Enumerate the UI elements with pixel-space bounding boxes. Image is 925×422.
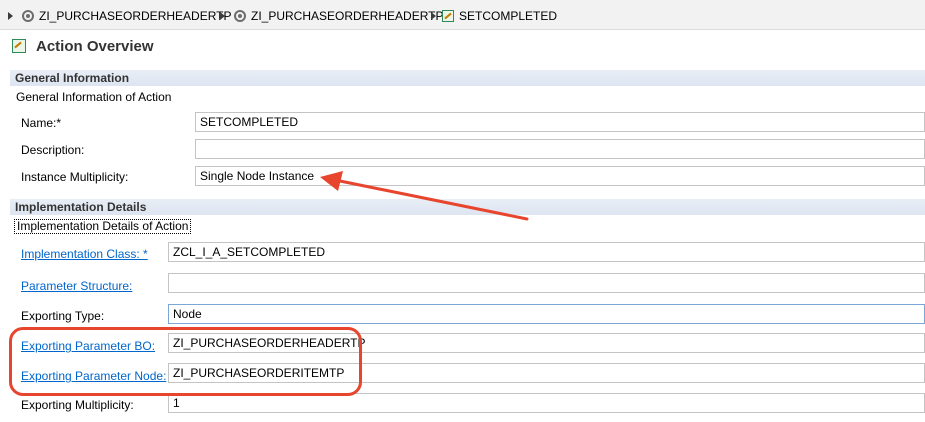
section-title: General Information [15,71,130,85]
chevron-right-icon[interactable] [431,12,436,20]
section-description: Implementation Details of Action [14,219,192,234]
section-title: Implementation Details [15,200,147,214]
exporting-type-field[interactable]: Node [168,304,925,324]
description-label: Description: [21,143,85,157]
description-field[interactable] [195,139,925,159]
chevron-right-icon[interactable] [8,12,13,20]
business-object-icon [22,10,34,22]
implementation-class-field[interactable]: ZCL_I_A_SETCOMPLETED [168,242,925,262]
name-field[interactable]: SETCOMPLETED [195,112,925,132]
name-label: Name:* [21,116,62,130]
exporting-multiplicity-field[interactable]: 1 [168,393,925,413]
action-icon [12,39,26,53]
breadcrumb-label: ZI_PURCHASEORDERHEADERTP [251,9,444,23]
page-title: Action Overview [12,37,154,55]
action-icon [442,10,454,22]
breadcrumb-label: ZI_PURCHASEORDERHEADERTP [39,9,232,23]
exporting-multiplicity-label: Exporting Multiplicity: [21,398,134,412]
breadcrumb-item-bo-root[interactable]: ZI_PURCHASEORDERHEADERTP [8,9,231,23]
breadcrumb: ZI_PURCHASEORDERHEADERTP ZI_PURCHASEORDE… [0,0,925,30]
parameter-structure-field[interactable] [168,273,925,293]
page-title-text: Action Overview [36,37,154,55]
breadcrumb-item-bo-node[interactable]: ZI_PURCHASEORDERHEADERTP [220,9,443,23]
parameter-structure-link[interactable]: Parameter Structure: [21,279,132,293]
breadcrumb-item-action[interactable]: SETCOMPLETED [431,9,557,23]
exporting-parameter-bo-link[interactable]: Exporting Parameter BO: [21,339,155,353]
exporting-type-label: Exporting Type: [21,309,105,323]
exporting-parameter-node-field[interactable]: ZI_PURCHASEORDERITEMTP [168,363,925,383]
section-header-implementation[interactable]: Implementation Details [10,199,925,215]
section-description: General Information of Action [16,90,172,104]
section-header-general[interactable]: General Information [10,70,925,86]
instance-multiplicity-field[interactable]: Single Node Instance [195,166,925,186]
implementation-class-link[interactable]: Implementation Class: * [21,247,148,261]
instance-multiplicity-label: Instance Multiplicity: [21,170,129,184]
exporting-parameter-bo-field[interactable]: ZI_PURCHASEORDERHEADERTP [168,333,925,353]
business-object-icon [234,10,246,22]
chevron-right-icon[interactable] [220,12,225,20]
exporting-parameter-node-link[interactable]: Exporting Parameter Node: [21,369,166,383]
breadcrumb-label: SETCOMPLETED [459,9,558,23]
